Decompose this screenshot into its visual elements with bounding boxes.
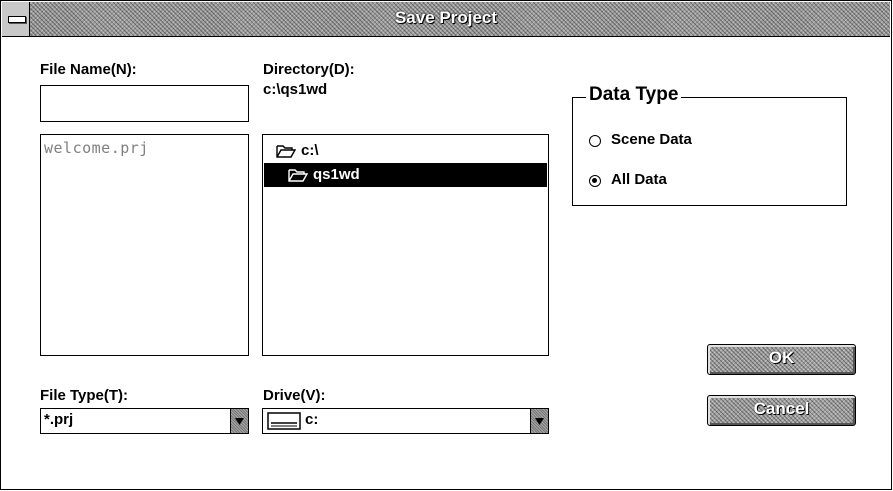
directory-item-label: c:\ (301, 142, 319, 159)
ok-button-label: OK (768, 348, 795, 367)
cancel-button-label: Cancel (753, 399, 810, 418)
directory-tree[interactable]: c:\ qs1wd (262, 134, 549, 356)
cancel-button[interactable]: Cancel (707, 395, 856, 426)
drive-value: c: (305, 411, 319, 428)
all-data-label[interactable]: All Data (611, 171, 667, 188)
current-directory-path: c:\qs1wd (263, 81, 328, 98)
file-name-label: File Name(N): (40, 61, 137, 78)
directory-item-label: qs1wd (313, 166, 360, 183)
ok-button[interactable]: OK (707, 344, 856, 375)
all-data-radio[interactable] (589, 175, 601, 187)
file-name-input[interactable] (40, 85, 249, 122)
chevron-down-icon (535, 418, 544, 425)
chevron-down-icon (235, 418, 244, 425)
file-type-value: *.prj (44, 411, 74, 428)
scene-data-label[interactable]: Scene Data (611, 131, 692, 148)
directory-item-selected[interactable]: qs1wd (264, 163, 547, 187)
data-type-legend: Data Type (586, 84, 682, 106)
directory-label: Directory(D): (263, 61, 355, 78)
window-title: Save Project (394, 8, 498, 27)
data-type-group: Data Type Scene Data All Data (572, 84, 847, 206)
drive-icon (267, 412, 301, 430)
drive-dropdown-button[interactable] (530, 409, 548, 433)
drive-label: Drive(V): (263, 387, 326, 404)
file-type-select[interactable]: *.prj (40, 408, 249, 434)
save-project-dialog: Save Project File Name(N): welcome.prj D… (0, 0, 892, 490)
title-bar[interactable]: Save Project (2, 2, 890, 37)
drive-select[interactable]: c: (262, 408, 549, 434)
file-type-dropdown-button[interactable] (230, 409, 248, 433)
scene-data-radio[interactable] (589, 135, 601, 147)
file-list[interactable]: welcome.prj (40, 134, 249, 356)
directory-item-root[interactable]: c:\ (269, 139, 539, 163)
open-folder-icon (288, 169, 308, 182)
file-list-item[interactable]: welcome.prj (44, 139, 149, 157)
open-folder-icon (276, 145, 296, 158)
file-type-label: File Type(T): (40, 387, 129, 404)
